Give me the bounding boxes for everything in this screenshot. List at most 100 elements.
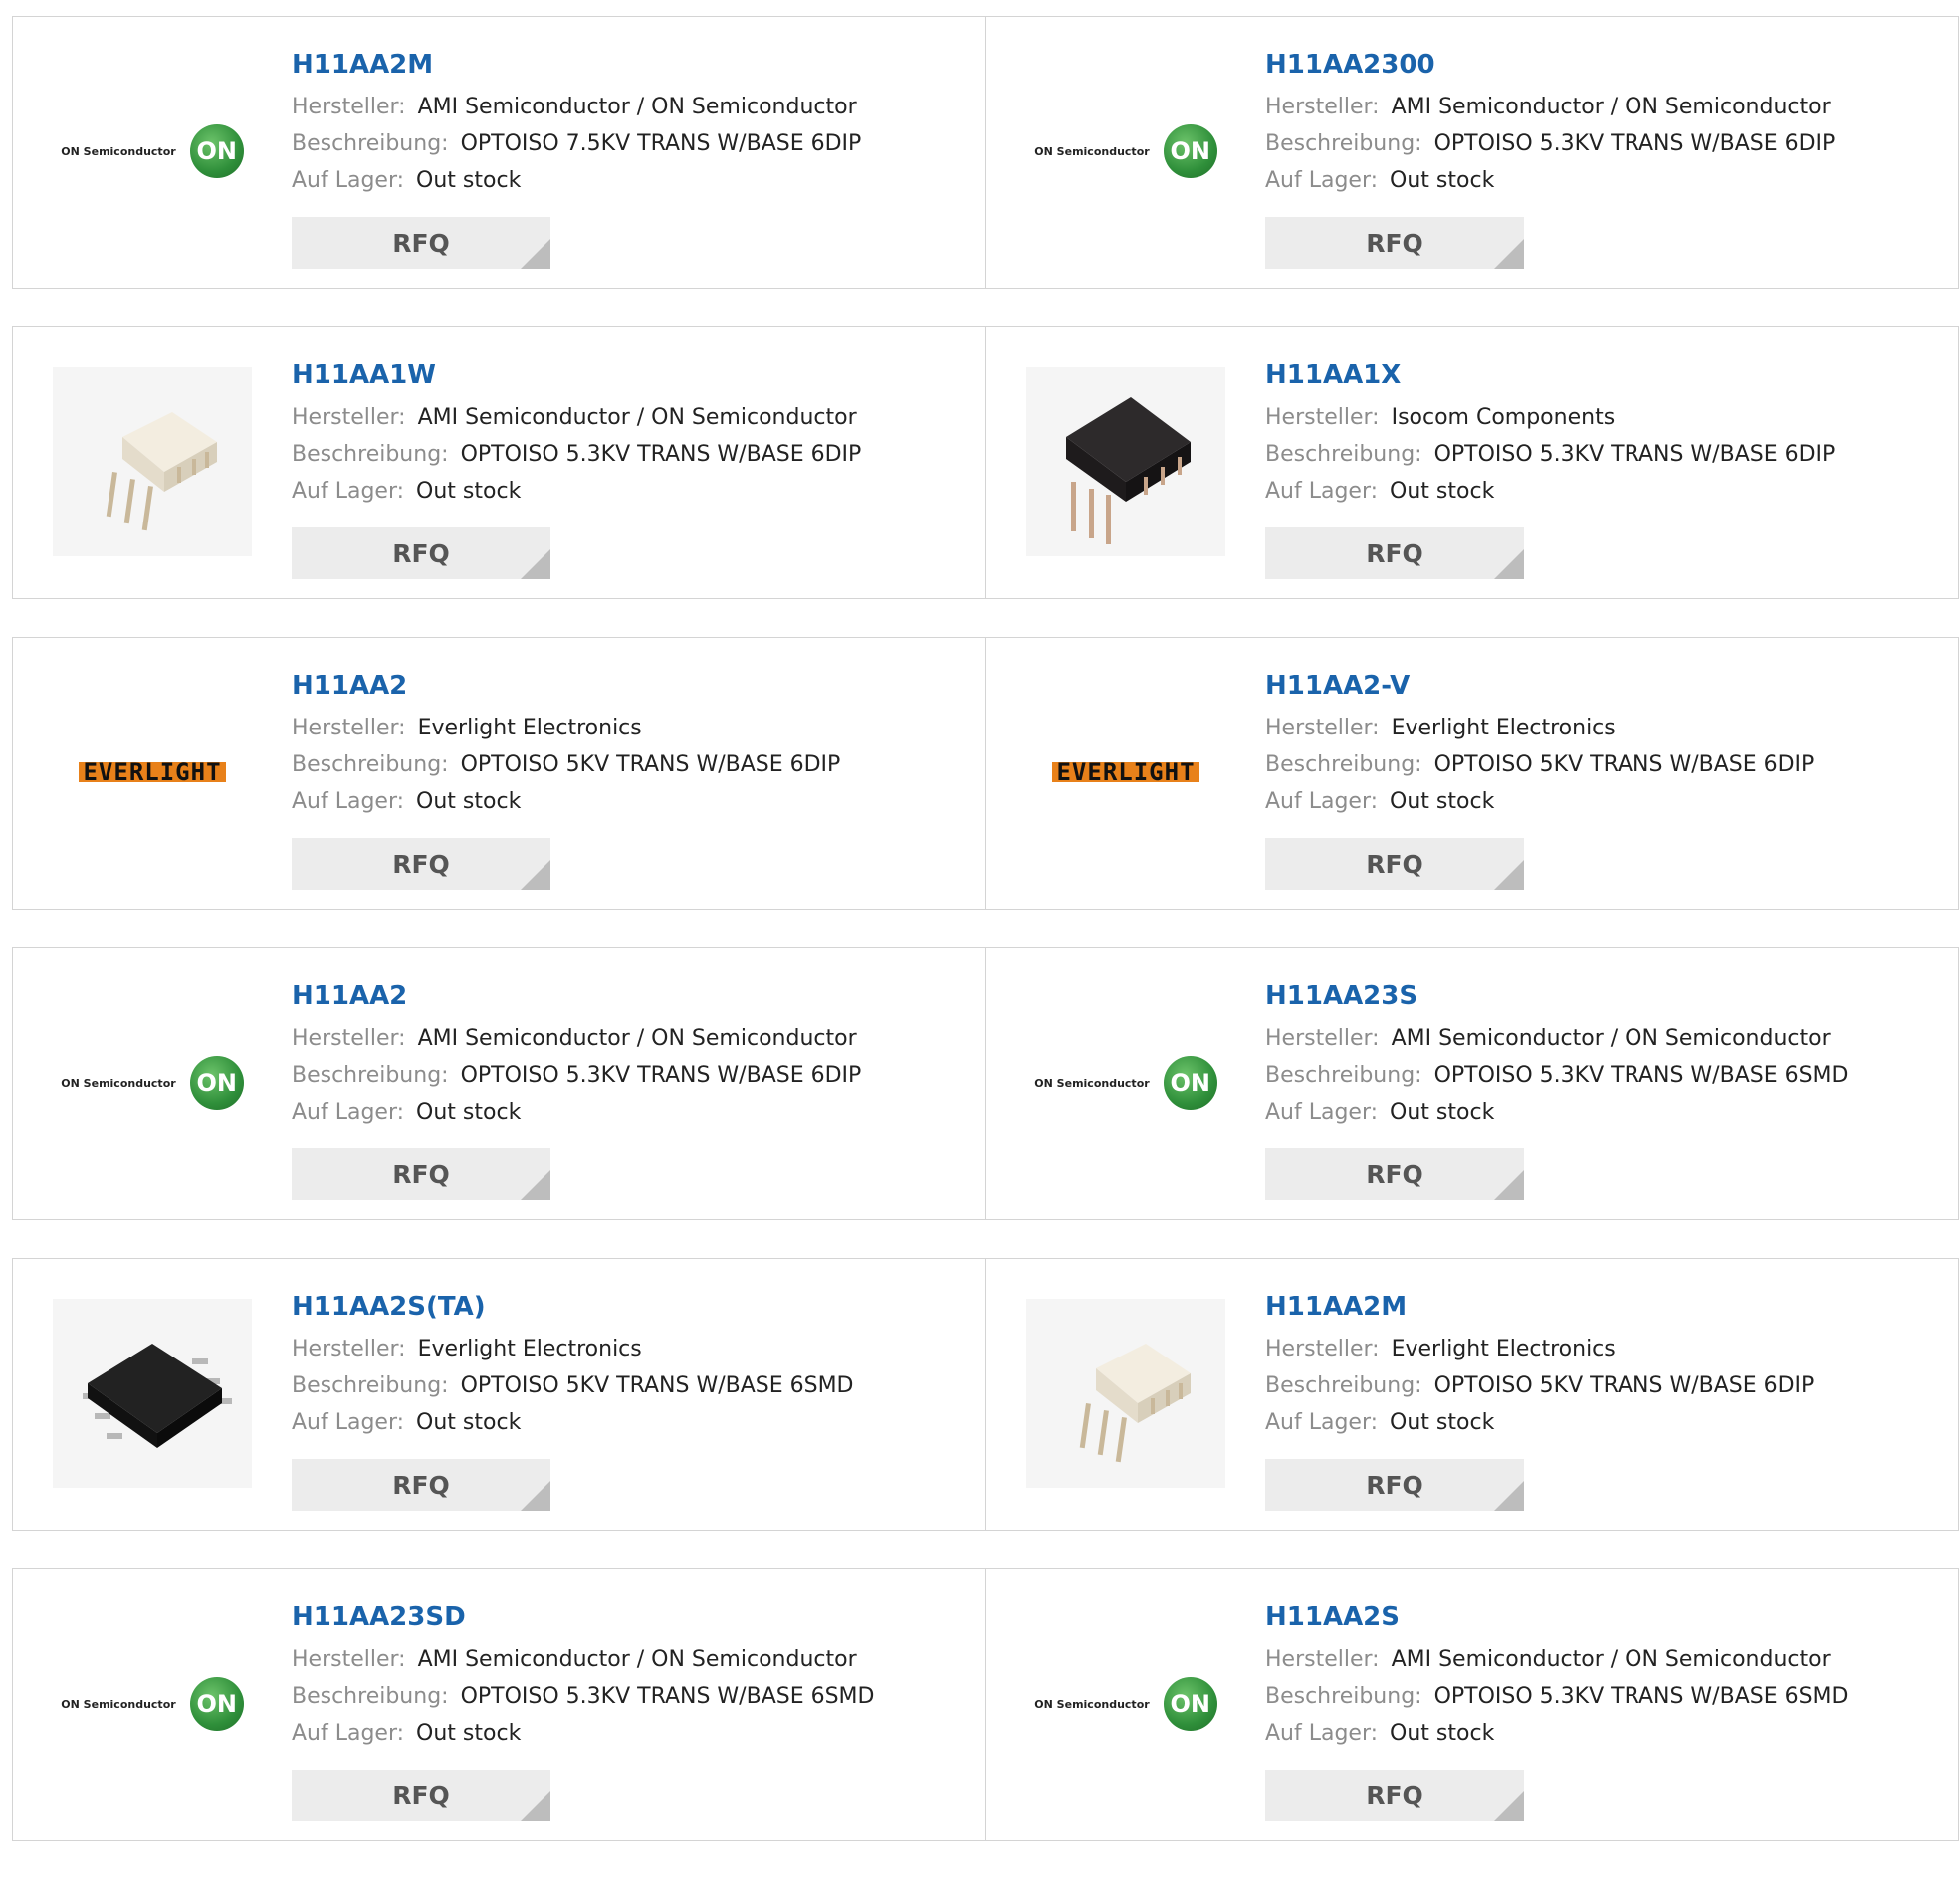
- part-number-link[interactable]: H11AA2S: [1265, 1599, 1948, 1635]
- rfq-button[interactable]: RFQ: [1265, 838, 1524, 890]
- manufacturer-value: AMI Semiconductor / ON Semiconductor: [417, 405, 857, 430]
- rfq-button[interactable]: RFQ: [292, 1148, 550, 1200]
- product-image[interactable]: EVERLIGHT: [53, 678, 252, 867]
- manufacturer-value: AMI Semiconductor / ON Semiconductor: [417, 1647, 857, 1672]
- product-info: H11AA23SD Hersteller: AMI Semiconductor /…: [292, 1599, 976, 1752]
- product-card: ON Semiconductor ON H11AA2S Hersteller: AM…: [985, 1569, 1958, 1840]
- description-line: Beschreibung: OPTOISO 5.3KV TRANS W/BASE …: [292, 1678, 976, 1715]
- white-dip-chip-photo: [53, 367, 252, 556]
- product-card: ON Semiconductor ON H11AA2M Hersteller: AM…: [13, 17, 985, 288]
- product-card: ON Semiconductor ON H11AA2 Hersteller: AMI…: [13, 948, 985, 1219]
- on-logo-mark-icon: ON: [189, 1677, 244, 1731]
- part-number-link[interactable]: H11AA2: [292, 978, 976, 1014]
- on-semiconductor-logo: ON Semiconductor ON: [1034, 1677, 1217, 1731]
- stock-label: Auf Lager:: [1265, 789, 1379, 814]
- part-number-link[interactable]: H11AA23SD: [292, 1599, 976, 1635]
- stock-value: Out stock: [416, 168, 522, 193]
- product-info: H11AA1W Hersteller: AMI Semiconductor / O…: [292, 357, 976, 510]
- manufacturer-line: Hersteller: Everlight Electronics: [1265, 710, 1948, 746]
- product-info: H11AA23S Hersteller: AMI Semiconductor / …: [1265, 978, 1948, 1131]
- description-label: Beschreibung:: [292, 131, 449, 156]
- rfq-button[interactable]: RFQ: [292, 1459, 550, 1511]
- description-label: Beschreibung:: [292, 1063, 449, 1088]
- description-line: Beschreibung: OPTOISO 5.3KV TRANS W/BASE …: [292, 1057, 976, 1094]
- manufacturer-label: Hersteller:: [292, 1337, 406, 1361]
- stock-value: Out stock: [1390, 479, 1495, 504]
- rfq-button[interactable]: RFQ: [1265, 1148, 1524, 1200]
- part-number-link[interactable]: H11AA23S: [1265, 978, 1948, 1014]
- rfq-button[interactable]: RFQ: [292, 1770, 550, 1821]
- manufacturer-line: Hersteller: AMI Semiconductor / ON Semico…: [292, 1641, 976, 1678]
- rfq-label: RFQ: [1366, 1780, 1423, 1810]
- rfq-corner-icon: [1494, 1791, 1524, 1821]
- part-number-link[interactable]: H11AA2M: [292, 47, 976, 83]
- rfq-button[interactable]: RFQ: [292, 838, 550, 890]
- product-image[interactable]: ON Semiconductor ON: [53, 1609, 252, 1798]
- part-number-link[interactable]: H11AA1X: [1265, 357, 1948, 393]
- part-number-link[interactable]: H11AA2: [292, 668, 976, 704]
- product-row: H11AA1W Hersteller: AMI Semiconductor / O…: [12, 326, 1959, 599]
- description-label: Beschreibung:: [1265, 1373, 1422, 1398]
- rfq-label: RFQ: [392, 1470, 450, 1500]
- description-label: Beschreibung:: [292, 442, 449, 467]
- product-image[interactable]: [1026, 367, 1225, 556]
- stock-line: Auf Lager: Out stock: [292, 1715, 976, 1752]
- product-image[interactable]: ON Semiconductor ON: [1026, 988, 1225, 1177]
- product-image[interactable]: [53, 367, 252, 556]
- rfq-button[interactable]: RFQ: [292, 217, 550, 269]
- description-value: OPTOISO 7.5KV TRANS W/BASE 6DIP: [460, 131, 862, 156]
- rfq-button[interactable]: RFQ: [1265, 527, 1524, 579]
- description-value: OPTOISO 5KV TRANS W/BASE 6DIP: [460, 752, 841, 777]
- part-number-link[interactable]: H11AA2M: [1265, 1289, 1948, 1325]
- part-number-link[interactable]: H11AA2S(TA): [292, 1289, 976, 1325]
- stock-line: Auf Lager: Out stock: [1265, 162, 1948, 199]
- stock-line: Auf Lager: Out stock: [1265, 783, 1948, 820]
- part-number-link[interactable]: H11AA2300: [1265, 47, 1948, 83]
- on-semiconductor-logo: ON Semiconductor ON: [1034, 124, 1217, 178]
- on-logo-mark-icon: ON: [1163, 1677, 1217, 1731]
- stock-line: Auf Lager: Out stock: [292, 473, 976, 510]
- product-info: H11AA2-V Hersteller: Everlight Electronic…: [1265, 668, 1948, 820]
- product-row: EVERLIGHT H11AA2 Hersteller: Everlight El…: [12, 637, 1959, 910]
- rfq-button[interactable]: RFQ: [1265, 1459, 1524, 1511]
- on-semiconductor-logo-text: ON Semiconductor: [1034, 144, 1150, 158]
- description-value: OPTOISO 5.3KV TRANS W/BASE 6SMD: [1433, 1684, 1849, 1709]
- stock-line: Auf Lager: Out stock: [1265, 1404, 1948, 1441]
- stock-value: Out stock: [416, 1100, 522, 1125]
- manufacturer-line: Hersteller: Everlight Electronics: [292, 1331, 976, 1367]
- stock-line: Auf Lager: Out stock: [1265, 473, 1948, 510]
- rfq-label: RFQ: [1366, 538, 1423, 568]
- product-info: H11AA2 Hersteller: AMI Semiconductor / ON…: [292, 978, 976, 1131]
- product-image[interactable]: ON Semiconductor ON: [1026, 57, 1225, 246]
- rfq-label: RFQ: [1366, 1470, 1423, 1500]
- part-number-link[interactable]: H11AA2-V: [1265, 668, 1948, 704]
- rfq-button[interactable]: RFQ: [292, 527, 550, 579]
- manufacturer-line: Hersteller: AMI Semiconductor / ON Semico…: [1265, 1020, 1948, 1057]
- rfq-label: RFQ: [392, 228, 450, 258]
- manufacturer-label: Hersteller:: [292, 716, 406, 740]
- manufacturer-label: Hersteller:: [292, 95, 406, 119]
- on-logo-mark-icon: ON: [1163, 1056, 1217, 1110]
- rfq-button[interactable]: RFQ: [1265, 217, 1524, 269]
- product-image[interactable]: ON Semiconductor ON: [53, 988, 252, 1177]
- manufacturer-line: Hersteller: AMI Semiconductor / ON Semico…: [292, 399, 976, 436]
- rfq-corner-icon: [1494, 860, 1524, 890]
- rfq-corner-icon: [1494, 1481, 1524, 1511]
- description-line: Beschreibung: OPTOISO 5KV TRANS W/BASE 6D…: [1265, 746, 1948, 783]
- product-image[interactable]: ON Semiconductor ON: [1026, 1609, 1225, 1798]
- stock-label: Auf Lager:: [1265, 1721, 1379, 1746]
- part-number-link[interactable]: H11AA1W: [292, 357, 976, 393]
- product-image[interactable]: [1026, 1299, 1225, 1488]
- manufacturer-label: Hersteller:: [292, 1647, 406, 1672]
- manufacturer-line: Hersteller: Everlight Electronics: [1265, 1331, 1948, 1367]
- rfq-button[interactable]: RFQ: [1265, 1770, 1524, 1821]
- product-image[interactable]: EVERLIGHT: [1026, 678, 1225, 867]
- product-image[interactable]: ON Semiconductor ON: [53, 57, 252, 246]
- product-info: H11AA2300 Hersteller: AMI Semiconductor /…: [1265, 47, 1948, 199]
- rfq-corner-icon: [1494, 549, 1524, 579]
- description-value: OPTOISO 5.3KV TRANS W/BASE 6SMD: [1433, 1063, 1849, 1088]
- manufacturer-value: Everlight Electronics: [417, 716, 642, 740]
- product-image[interactable]: [53, 1299, 252, 1488]
- manufacturer-value: AMI Semiconductor / ON Semiconductor: [1391, 1647, 1831, 1672]
- rfq-corner-icon: [521, 860, 550, 890]
